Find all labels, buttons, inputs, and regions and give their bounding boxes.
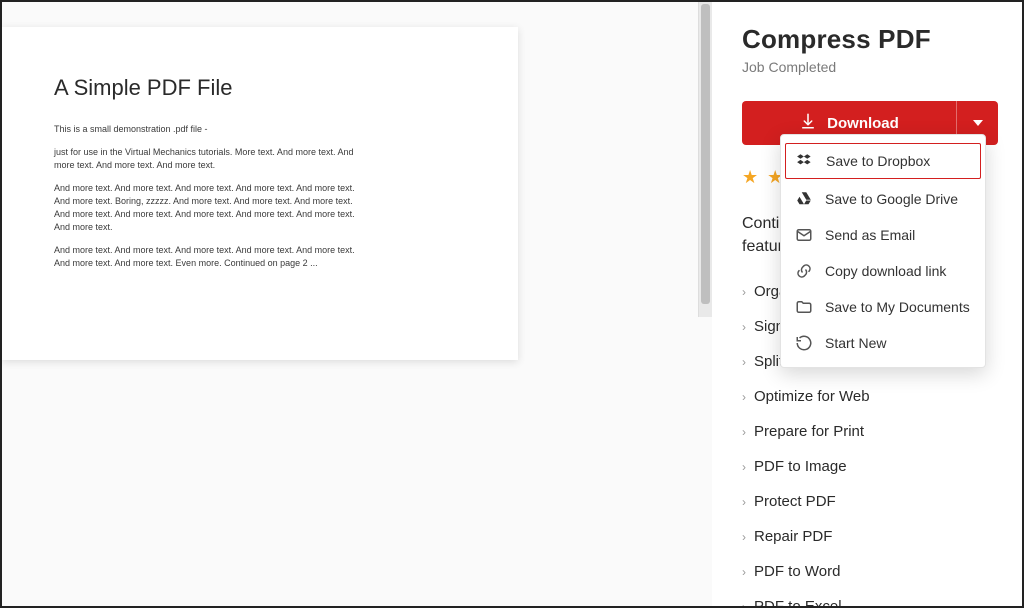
pdf-page: A Simple PDF File This is a small demons… xyxy=(2,27,518,360)
chevron-right-icon: › xyxy=(742,495,746,509)
pdf-paragraph: And more text. And more text. And more t… xyxy=(54,182,364,234)
pdf-paragraph: And more text. And more text. And more t… xyxy=(54,244,364,270)
link-icon xyxy=(795,262,813,280)
menu-item-save-google-drive[interactable]: Save to Google Drive xyxy=(781,181,985,217)
menu-label: Start New xyxy=(825,335,886,351)
pdf-paragraph: This is a small demonstration .pdf file … xyxy=(54,123,364,136)
download-label: Download xyxy=(827,115,899,132)
chevron-right-icon: › xyxy=(742,425,746,439)
page-title: Compress PDF xyxy=(742,24,998,55)
download-icon xyxy=(799,112,817,134)
chevron-right-icon: › xyxy=(742,285,746,299)
chevron-right-icon: › xyxy=(742,600,746,606)
scrollbar-thumb[interactable] xyxy=(701,4,710,304)
chevron-right-icon: › xyxy=(742,355,746,369)
pdf-title: A Simple PDF File xyxy=(54,75,466,101)
action-prepare-print[interactable]: › Prepare for Print xyxy=(742,414,998,449)
action-optimize-web[interactable]: › Optimize for Web xyxy=(742,379,998,414)
folder-icon xyxy=(795,298,813,316)
action-label: PDF to Image xyxy=(754,458,847,475)
menu-label: Copy download link xyxy=(825,263,946,279)
menu-item-save-dropbox[interactable]: Save to Dropbox xyxy=(785,143,981,179)
dropbox-icon xyxy=(796,152,814,170)
restart-icon xyxy=(795,334,813,352)
action-protect-pdf[interactable]: › Protect PDF xyxy=(742,484,998,519)
action-pdf-to-word[interactable]: › PDF to Word xyxy=(742,554,998,589)
download-options-menu: Save to Dropbox Save to Google Drive Sen… xyxy=(780,134,986,368)
job-status: Job Completed xyxy=(742,59,998,75)
google-drive-icon xyxy=(795,190,813,208)
preview-scrollbar[interactable] xyxy=(698,2,712,317)
action-label: Prepare for Print xyxy=(754,423,864,440)
chevron-right-icon: › xyxy=(742,530,746,544)
menu-label: Save to My Documents xyxy=(825,299,970,315)
chevron-right-icon: › xyxy=(742,390,746,404)
chevron-right-icon: › xyxy=(742,565,746,579)
chevron-right-icon: › xyxy=(742,460,746,474)
pdf-preview-pane: A Simple PDF File This is a small demons… xyxy=(2,2,712,606)
pdf-paragraph: just for use in the Virtual Mechanics tu… xyxy=(54,146,364,172)
menu-item-save-my-documents[interactable]: Save to My Documents xyxy=(781,289,985,325)
action-label: Protect PDF xyxy=(754,493,836,510)
email-icon xyxy=(795,226,813,244)
menu-label: Send as Email xyxy=(825,227,915,243)
menu-label: Save to Google Drive xyxy=(825,191,958,207)
chevron-down-icon xyxy=(973,120,983,126)
menu-item-start-new[interactable]: Start New xyxy=(781,325,985,361)
chevron-right-icon: › xyxy=(742,320,746,334)
menu-label: Save to Dropbox xyxy=(826,153,930,169)
action-pdf-to-excel[interactable]: › PDF to Excel xyxy=(742,589,998,606)
action-label: Repair PDF xyxy=(754,528,832,545)
result-sidebar: Compress PDF Job Completed Download ★ ★ … xyxy=(712,2,1022,606)
action-repair-pdf[interactable]: › Repair PDF xyxy=(742,519,998,554)
menu-item-copy-link[interactable]: Copy download link xyxy=(781,253,985,289)
action-pdf-to-image[interactable]: › PDF to Image xyxy=(742,449,998,484)
menu-item-send-email[interactable]: Send as Email xyxy=(781,217,985,253)
action-label: Optimize for Web xyxy=(754,388,870,405)
action-label: PDF to Excel xyxy=(754,598,842,606)
action-label: PDF to Word xyxy=(754,563,840,580)
